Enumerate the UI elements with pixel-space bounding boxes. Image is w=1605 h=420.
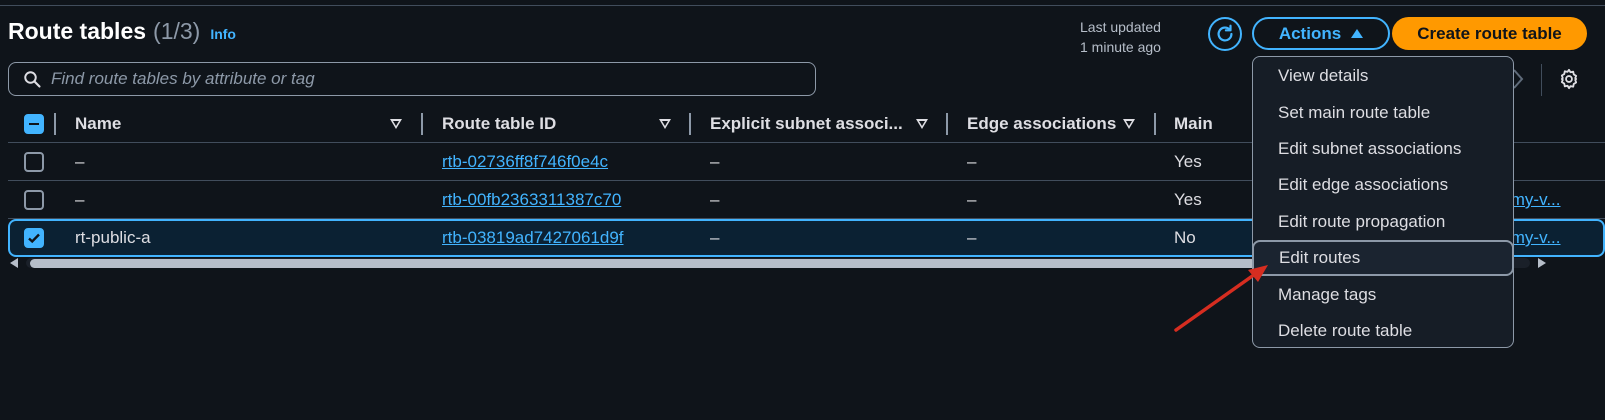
menu-item-edit-edge-associations[interactable]: Edit edge associations <box>1253 167 1513 203</box>
cell-name: – <box>75 190 85 209</box>
cell-explicit-subnet: – <box>710 190 720 209</box>
toolbar-divider <box>1541 64 1542 96</box>
cell-edge-associations: – <box>967 228 977 247</box>
column-divider <box>421 113 423 135</box>
route-table-id-link[interactable]: rtb-03819ad7427061d9f <box>442 221 624 255</box>
column-header-name[interactable]: Name <box>75 105 121 143</box>
cell-explicit-subnet: – <box>710 152 720 171</box>
menu-item-edit-route-propagation[interactable]: Edit route propagation <box>1253 204 1513 240</box>
info-link[interactable]: Info <box>210 26 236 42</box>
select-all-checkbox[interactable] <box>24 114 44 134</box>
actions-label: Actions <box>1278 23 1342 43</box>
annotation-arrow-icon <box>1174 265 1268 332</box>
gear-icon <box>1560 68 1578 90</box>
last-updated: Last updated 1 minute ago <box>1080 17 1198 57</box>
menu-item-edit-subnet-associations[interactable]: Edit subnet associations <box>1253 131 1513 167</box>
search-icon <box>24 71 41 88</box>
last-updated-label: Last updated <box>1080 19 1161 35</box>
column-header-main[interactable]: Main <box>1174 105 1213 143</box>
cell-edge-associations: – <box>967 190 977 209</box>
sort-icon[interactable] <box>390 119 402 129</box>
menu-item-view-details[interactable]: View details <box>1253 58 1513 94</box>
menu-item-edit-routes[interactable]: Edit routes <box>1252 239 1514 277</box>
column-divider <box>54 113 56 135</box>
menu-item-delete-route-table[interactable]: Delete route table <box>1253 313 1513 349</box>
column-header-edge-associations[interactable]: Edge associations <box>967 105 1116 143</box>
sort-icon[interactable] <box>916 119 928 129</box>
route-table-id-link[interactable]: rtb-00fb2363311387c70 <box>442 181 621 219</box>
selection-count: (1/3) <box>153 18 201 44</box>
row-checkbox[interactable] <box>24 190 44 210</box>
search-bar[interactable] <box>8 62 816 96</box>
cell-edge-associations: – <box>967 152 977 171</box>
actions-dropdown-menu: View details Set main route table Edit s… <box>1252 56 1514 348</box>
route-table-id-link[interactable]: rtb-02736ff8f746f0e4c <box>442 143 608 181</box>
cell-name: – <box>75 152 85 171</box>
cell-explicit-subnet: – <box>710 228 720 247</box>
sort-icon[interactable] <box>659 119 671 129</box>
top-divider <box>0 5 1605 6</box>
cell-main: Yes <box>1174 190 1202 209</box>
checkmark-icon <box>28 233 40 244</box>
actions-button[interactable]: Actions <box>1252 17 1390 50</box>
refresh-icon <box>1217 24 1233 42</box>
refresh-button[interactable] <box>1208 17 1242 51</box>
scroll-left-icon[interactable] <box>10 258 18 268</box>
create-route-table-button[interactable]: Create route table <box>1392 17 1587 50</box>
preferences-button[interactable] <box>1558 68 1582 92</box>
cell-main: Yes <box>1174 152 1202 171</box>
last-updated-value: 1 minute ago <box>1080 39 1161 55</box>
column-divider <box>1154 113 1156 135</box>
column-header-explicit-subnet[interactable]: Explicit subnet associ... <box>710 105 903 143</box>
cell-name: rt-public-a <box>75 228 151 247</box>
page-title: Route tables <box>8 18 147 44</box>
column-header-route-table-id[interactable]: Route table ID <box>442 105 556 143</box>
row-checkbox[interactable] <box>24 152 44 172</box>
search-input[interactable] <box>51 69 791 89</box>
row-checkbox-checked[interactable] <box>24 228 44 248</box>
menu-item-manage-tags[interactable]: Manage tags <box>1253 276 1513 312</box>
sort-icon[interactable] <box>1123 119 1135 129</box>
cell-main: No <box>1174 228 1196 247</box>
caret-up-icon <box>1351 29 1364 38</box>
column-divider <box>689 113 691 135</box>
menu-item-set-main-route-table[interactable]: Set main route table <box>1253 94 1513 130</box>
column-divider <box>946 113 948 135</box>
scroll-right-icon[interactable] <box>1538 258 1546 268</box>
page-header: Route tables (1/3) Info <box>8 18 236 45</box>
